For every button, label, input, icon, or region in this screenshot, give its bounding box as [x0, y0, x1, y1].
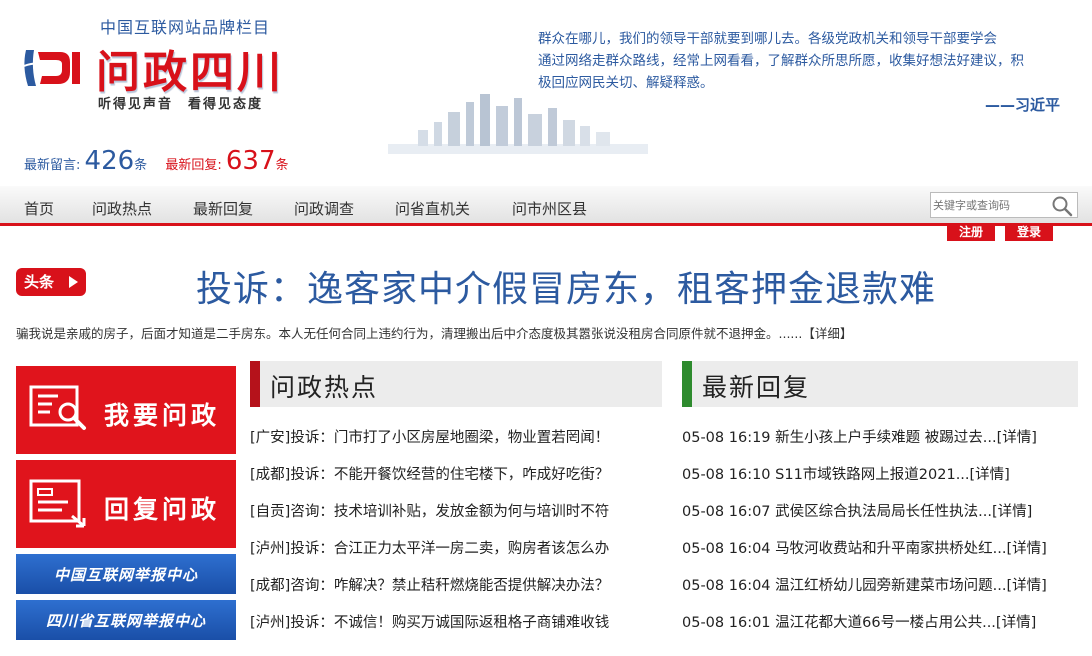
- search-box: [930, 192, 1078, 218]
- quote-author: ——习近平: [984, 96, 1060, 114]
- latest-section-title[interactable]: 最新回复: [702, 368, 810, 404]
- headline-title[interactable]: 投诉：逸客家中介假冒房东，租客押金退款难: [196, 260, 936, 312]
- reply-question-label: 回复问政: [104, 495, 221, 524]
- logo-title[interactable]: 问政四川: [96, 36, 284, 100]
- quote-line: 群众在哪儿，我们的领导干部就要到哪儿去。各级党政机关和领导干部要学会: [538, 31, 997, 47]
- sichuan-report-center-banner[interactable]: 四川省互联网举报中心: [16, 600, 236, 640]
- nav-item-survey[interactable]: 问政调查: [294, 198, 354, 219]
- quote-line: 通过网络走群众路线，经常上网看看，了解群众所思所愿，收集好想法好建议，积: [538, 53, 1024, 69]
- hot-section-title[interactable]: 问政热点: [270, 368, 378, 404]
- hot-list-item[interactable]: [自贡]咨询：技术培训补贴，发放金额为何与培训时不符: [250, 500, 609, 524]
- site-header: 中国互联网站品牌栏目 问政四川 听得见声音 看得见态度 群众在哪儿，我们的领导干…: [0, 0, 1092, 186]
- china-report-center-banner[interactable]: 中国互联网举报中心: [16, 554, 236, 594]
- reply-document-icon: [29, 479, 86, 528]
- search-icon[interactable]: [1051, 195, 1073, 217]
- search-input[interactable]: [933, 196, 1045, 214]
- hot-list-item[interactable]: [泸州]投诉：不诚信！购买万诚国际返租格子商铺难收钱: [250, 611, 609, 635]
- section-accent-bar: [250, 361, 260, 407]
- headline-tag-label: 头条: [24, 273, 55, 291]
- latest-list-item[interactable]: 05-08 16:10 S11市域铁路网上报道2021...[详情]: [682, 463, 1010, 487]
- latest-messages-unit: 条: [134, 158, 148, 173]
- headline-summary-text: 骗我说是亲戚的房子，后面才知道是二手房东。本人无任何合同上违约行为，清理搬出后中…: [16, 326, 803, 341]
- message-stats: 最新留言: 426条 最新回复: 637条: [24, 146, 289, 176]
- section-accent-bar: [682, 361, 692, 407]
- latest-list-item[interactable]: 05-08 16:19 新生小孩上户手续难题 被踢过去...[详情]: [682, 426, 1037, 450]
- latest-replies-unit: 条: [275, 158, 289, 173]
- slogan: 听得见声音 看得见态度: [98, 97, 264, 112]
- nav-item-provincial-agencies[interactable]: 问省直机关: [395, 198, 470, 219]
- china-report-center-label: 中国互联网举报中心: [53, 566, 198, 584]
- latest-replies-label: 最新回复:: [165, 158, 222, 173]
- headline-summary: 骗我说是亲戚的房子，后面才知道是二手房东。本人无任何合同上违约行为，清理搬出后中…: [16, 323, 852, 342]
- latest-list-item[interactable]: 05-08 16:01 温江花都大道66号一楼占用公共...[详情]: [682, 611, 1036, 635]
- nav-item-hot[interactable]: 问政热点: [92, 198, 152, 219]
- ask-question-label: 我要问政: [104, 401, 221, 430]
- headline-tag: 头条: [16, 268, 86, 296]
- headline-detail-link[interactable]: 【详细】: [802, 326, 852, 341]
- hot-section-header: 问政热点: [250, 361, 662, 407]
- wenzheng-logo-icon[interactable]: [20, 42, 86, 92]
- register-button[interactable]: 注册: [947, 223, 995, 241]
- login-button[interactable]: 登录: [1005, 223, 1053, 241]
- latest-messages-count: 426: [84, 146, 135, 176]
- latest-replies-count: 637: [225, 146, 276, 176]
- brand-subtitle: 中国互联网站品牌栏目: [100, 18, 271, 37]
- latest-list-item[interactable]: 05-08 16:04 温江红桥幼儿园旁新建菜市场问题...[详情]: [682, 574, 1047, 598]
- hot-list-item[interactable]: [成都]投诉：不能开餐饮经营的住宅楼下，咋成好吃街？: [250, 463, 609, 487]
- document-search-icon: [29, 385, 86, 430]
- hot-list-item[interactable]: [成都]咨询：咋解决？禁止秸秆燃烧能否提供解决办法？: [250, 574, 609, 598]
- sichuan-report-center-label: 四川省互联网举报中心: [45, 612, 206, 630]
- play-arrow-icon: [69, 276, 78, 288]
- latest-list-item[interactable]: 05-08 16:04 马牧河收费站和升平南家拱桥处红...[详情]: [682, 537, 1047, 561]
- latest-list-item[interactable]: 05-08 16:07 武侯区综合执法局局长任性执法...[详情]: [682, 500, 1032, 524]
- latest-messages-label: 最新留言:: [24, 158, 81, 173]
- hot-list-item[interactable]: [泸州]投诉：合江正力太平洋一房二卖，购房者该怎么办: [250, 537, 609, 561]
- latest-section-header: 最新回复: [682, 361, 1078, 407]
- quote-line: 极回应网民关切、解疑释惑。: [538, 75, 714, 91]
- ask-question-banner[interactable]: 我要问政: [16, 366, 236, 454]
- nav-item-latest-replies[interactable]: 最新回复: [193, 198, 253, 219]
- leader-quote: 群众在哪儿，我们的领导干部就要到哪儿去。各级党政机关和领导干部要学会 通过网络走…: [538, 28, 1058, 94]
- nav-item-cities-counties[interactable]: 问市州区县: [512, 198, 587, 219]
- nav-item-home[interactable]: 首页: [24, 198, 54, 219]
- city-skyline-icon: [388, 94, 648, 154]
- main-nav: 首页 问政热点 最新回复 问政调查 问省直机关 问市州区县: [0, 186, 1092, 226]
- hot-list-item[interactable]: [广安]投诉：门市打了小区房屋地圈梁，物业置若罔闻！: [250, 426, 609, 450]
- reply-question-banner[interactable]: 回复问政: [16, 460, 236, 548]
